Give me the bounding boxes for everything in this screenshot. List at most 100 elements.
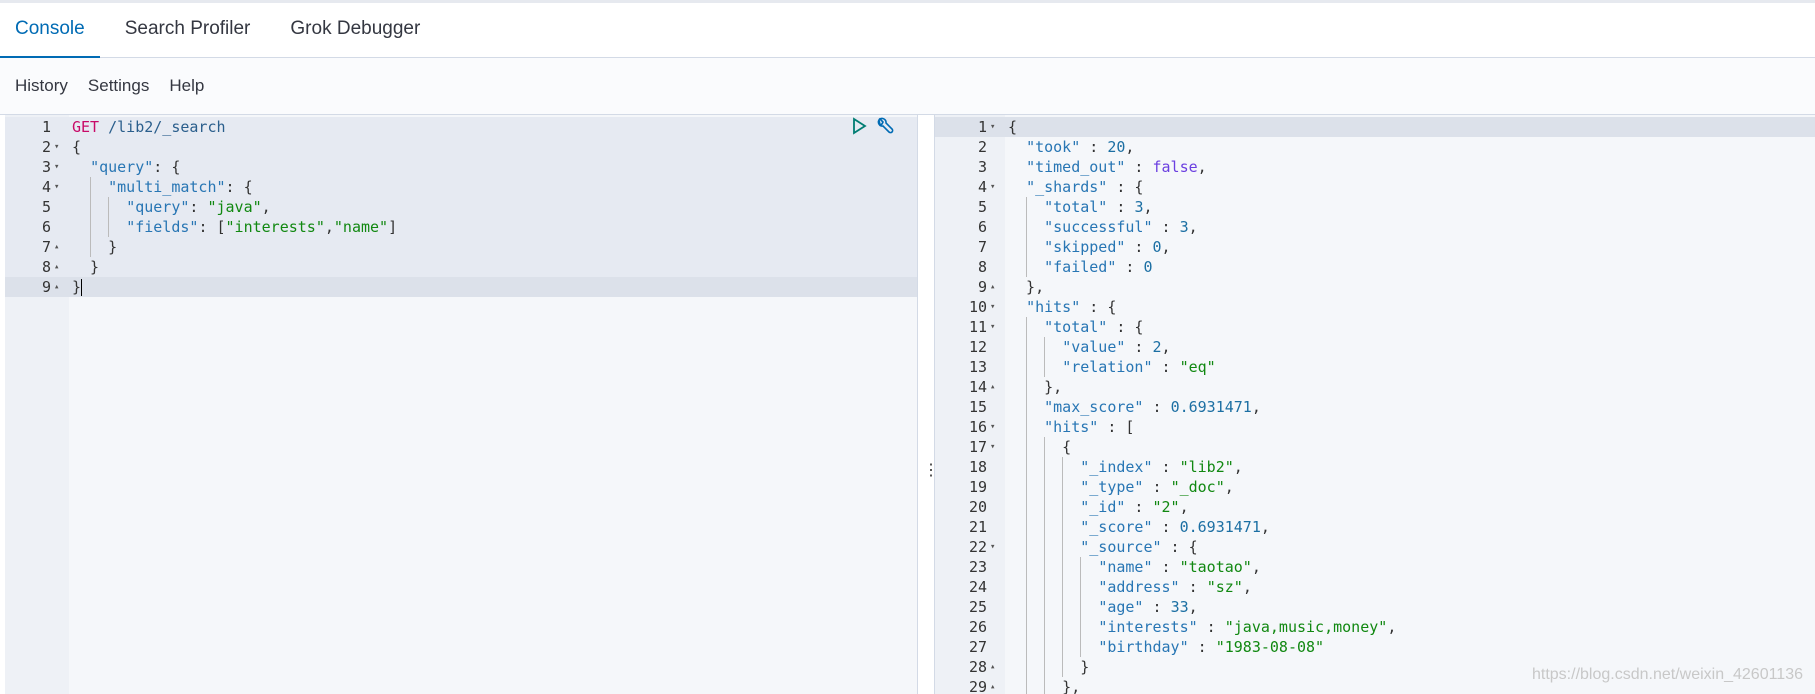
token-p [99,118,108,136]
token-key: "hits" [1026,298,1081,316]
code-text: "age" : 33, [1008,597,1198,617]
line-number: 28 [968,658,987,676]
fold-toggle-icon[interactable]: ▾ [990,177,995,197]
token-p: : [1116,258,1144,276]
fold-toggle-icon[interactable]: ▾ [990,117,995,137]
line-number: 4 [977,178,987,196]
token-key: "_id" [1080,498,1126,516]
indent-guide [1080,557,1082,657]
token-p: , [1161,238,1171,256]
fold-toggle-icon[interactable]: ▾ [54,157,59,177]
token-p: : [1179,578,1207,596]
token-p: , [1188,598,1198,616]
line-number: 12 [968,338,987,356]
fold-toggle-icon[interactable]: ▴ [990,377,995,397]
token-p: , [1251,558,1261,576]
line-number: 27 [968,638,987,656]
code-line: 2 "took" : 20, [935,137,1815,157]
line-number: 2 [41,138,51,156]
token-num: 2 [1152,338,1162,356]
tab-grok-debugger[interactable]: Grok Debugger [275,3,435,58]
play-icon[interactable] [851,117,867,141]
line-number: 6 [977,218,987,236]
code-line: 27 "birthday" : "1983-08-08" [935,637,1815,657]
line-number: 21 [968,518,987,536]
indent-guide [1026,197,1028,277]
code-line: 9 ▴} [5,277,917,297]
fold-toggle-icon[interactable]: ▾ [990,437,995,457]
token-key: "successful" [1044,218,1153,236]
settings-link[interactable]: Settings [88,76,149,96]
help-link[interactable]: Help [169,76,204,96]
line-number: 1 [977,118,987,136]
code-line: 7 "skipped" : 0, [935,237,1815,257]
token-key: "fields" [126,218,199,236]
token-p [1008,358,1062,376]
token-key: "birthday" [1098,638,1189,656]
token-p: { [1008,438,1072,456]
line-number: 4 [41,178,51,196]
fold-toggle-icon[interactable]: ▾ [54,177,59,197]
code-text: }, [1008,377,1062,397]
fold-toggle-icon[interactable]: ▾ [54,137,59,157]
fold-toggle-icon[interactable]: ▾ [990,537,995,557]
fold-toggle-icon[interactable]: ▾ [990,297,995,317]
token-p [1008,158,1026,176]
fold-toggle-icon[interactable]: ▴ [990,657,995,677]
token-str: "name" [333,218,389,236]
code-text: "total" : 3, [1008,197,1153,217]
token-p: : [1107,198,1135,216]
fold-toggle-icon[interactable]: ▴ [54,257,59,277]
token-p: , [1179,498,1189,516]
token-p: { [1008,118,1018,136]
response-viewer: https://blog.csdn.net/weixin_42601136 1 ▾… [935,115,1815,694]
pane-resize-handle[interactable]: ⋮ [917,115,939,694]
tab-search-profiler[interactable]: Search Profiler [110,3,266,58]
fold-toggle-icon[interactable]: ▴ [990,277,995,297]
token-p: , [1143,198,1153,216]
fold-toggle-icon[interactable]: ▴ [54,277,59,297]
token-p: : { [153,158,181,176]
wrench-icon[interactable] [875,117,895,141]
token-key: "interests" [1098,618,1198,636]
code-line: 4 ▾ "multi_match": { [5,177,917,197]
token-key: "skipped" [1044,238,1126,256]
token-p: }, [1008,278,1045,296]
code-line: 5 "total" : 3, [935,197,1815,217]
code-line: 29 ▴ }, [935,677,1815,694]
token-num: 20 [1107,138,1126,156]
code-line: 14 ▴ }, [935,377,1815,397]
fold-toggle-icon[interactable]: ▾ [990,317,995,337]
code-line: 6 "successful" : 3, [935,217,1815,237]
token-p: : { [225,178,253,196]
request-editor[interactable]: 1 GET /lib2/_search 2 ▾{3 ▾ "query": {4 ▾ "mu… [5,115,917,694]
fold-toggle-icon[interactable]: ▴ [990,677,995,694]
code-line: 3 "timed_out" : false, [935,157,1815,177]
token-p: , [324,218,334,236]
history-link[interactable]: History [15,76,68,96]
line-number: 20 [968,498,987,516]
tab-bar: Console Search Profiler Grok Debugger [0,0,1815,58]
line-number: 14 [968,378,987,396]
token-p [72,158,90,176]
fold-toggle-icon[interactable]: ▴ [54,237,59,257]
code-line: 21 "_score" : 0.6931471, [935,517,1815,537]
token-p: : [1125,498,1153,516]
console-menu: History Settings Help [0,58,1815,115]
tab-console[interactable]: Console [0,3,100,58]
token-str: "_doc" [1170,478,1225,496]
code-line: 22 ▾ "_source" : { [935,537,1815,557]
token-p: : [1197,618,1225,636]
token-str: "lib2" [1179,458,1234,476]
token-p: , [1233,458,1243,476]
code-text: "successful" : 3, [1008,217,1198,237]
line-number: 9 [977,278,987,296]
code-text: } [1008,657,1089,677]
fold-toggle-icon[interactable]: ▾ [990,417,995,437]
code-text: "interests" : "java,music,money", [1008,617,1396,637]
code-text: "_id" : "2", [1008,497,1189,517]
token-num: 0.6931471 [1179,518,1261,536]
token-p: : [1152,558,1180,576]
token-m: GET [72,118,100,136]
code-text: "relation" : "eq" [1008,357,1216,377]
